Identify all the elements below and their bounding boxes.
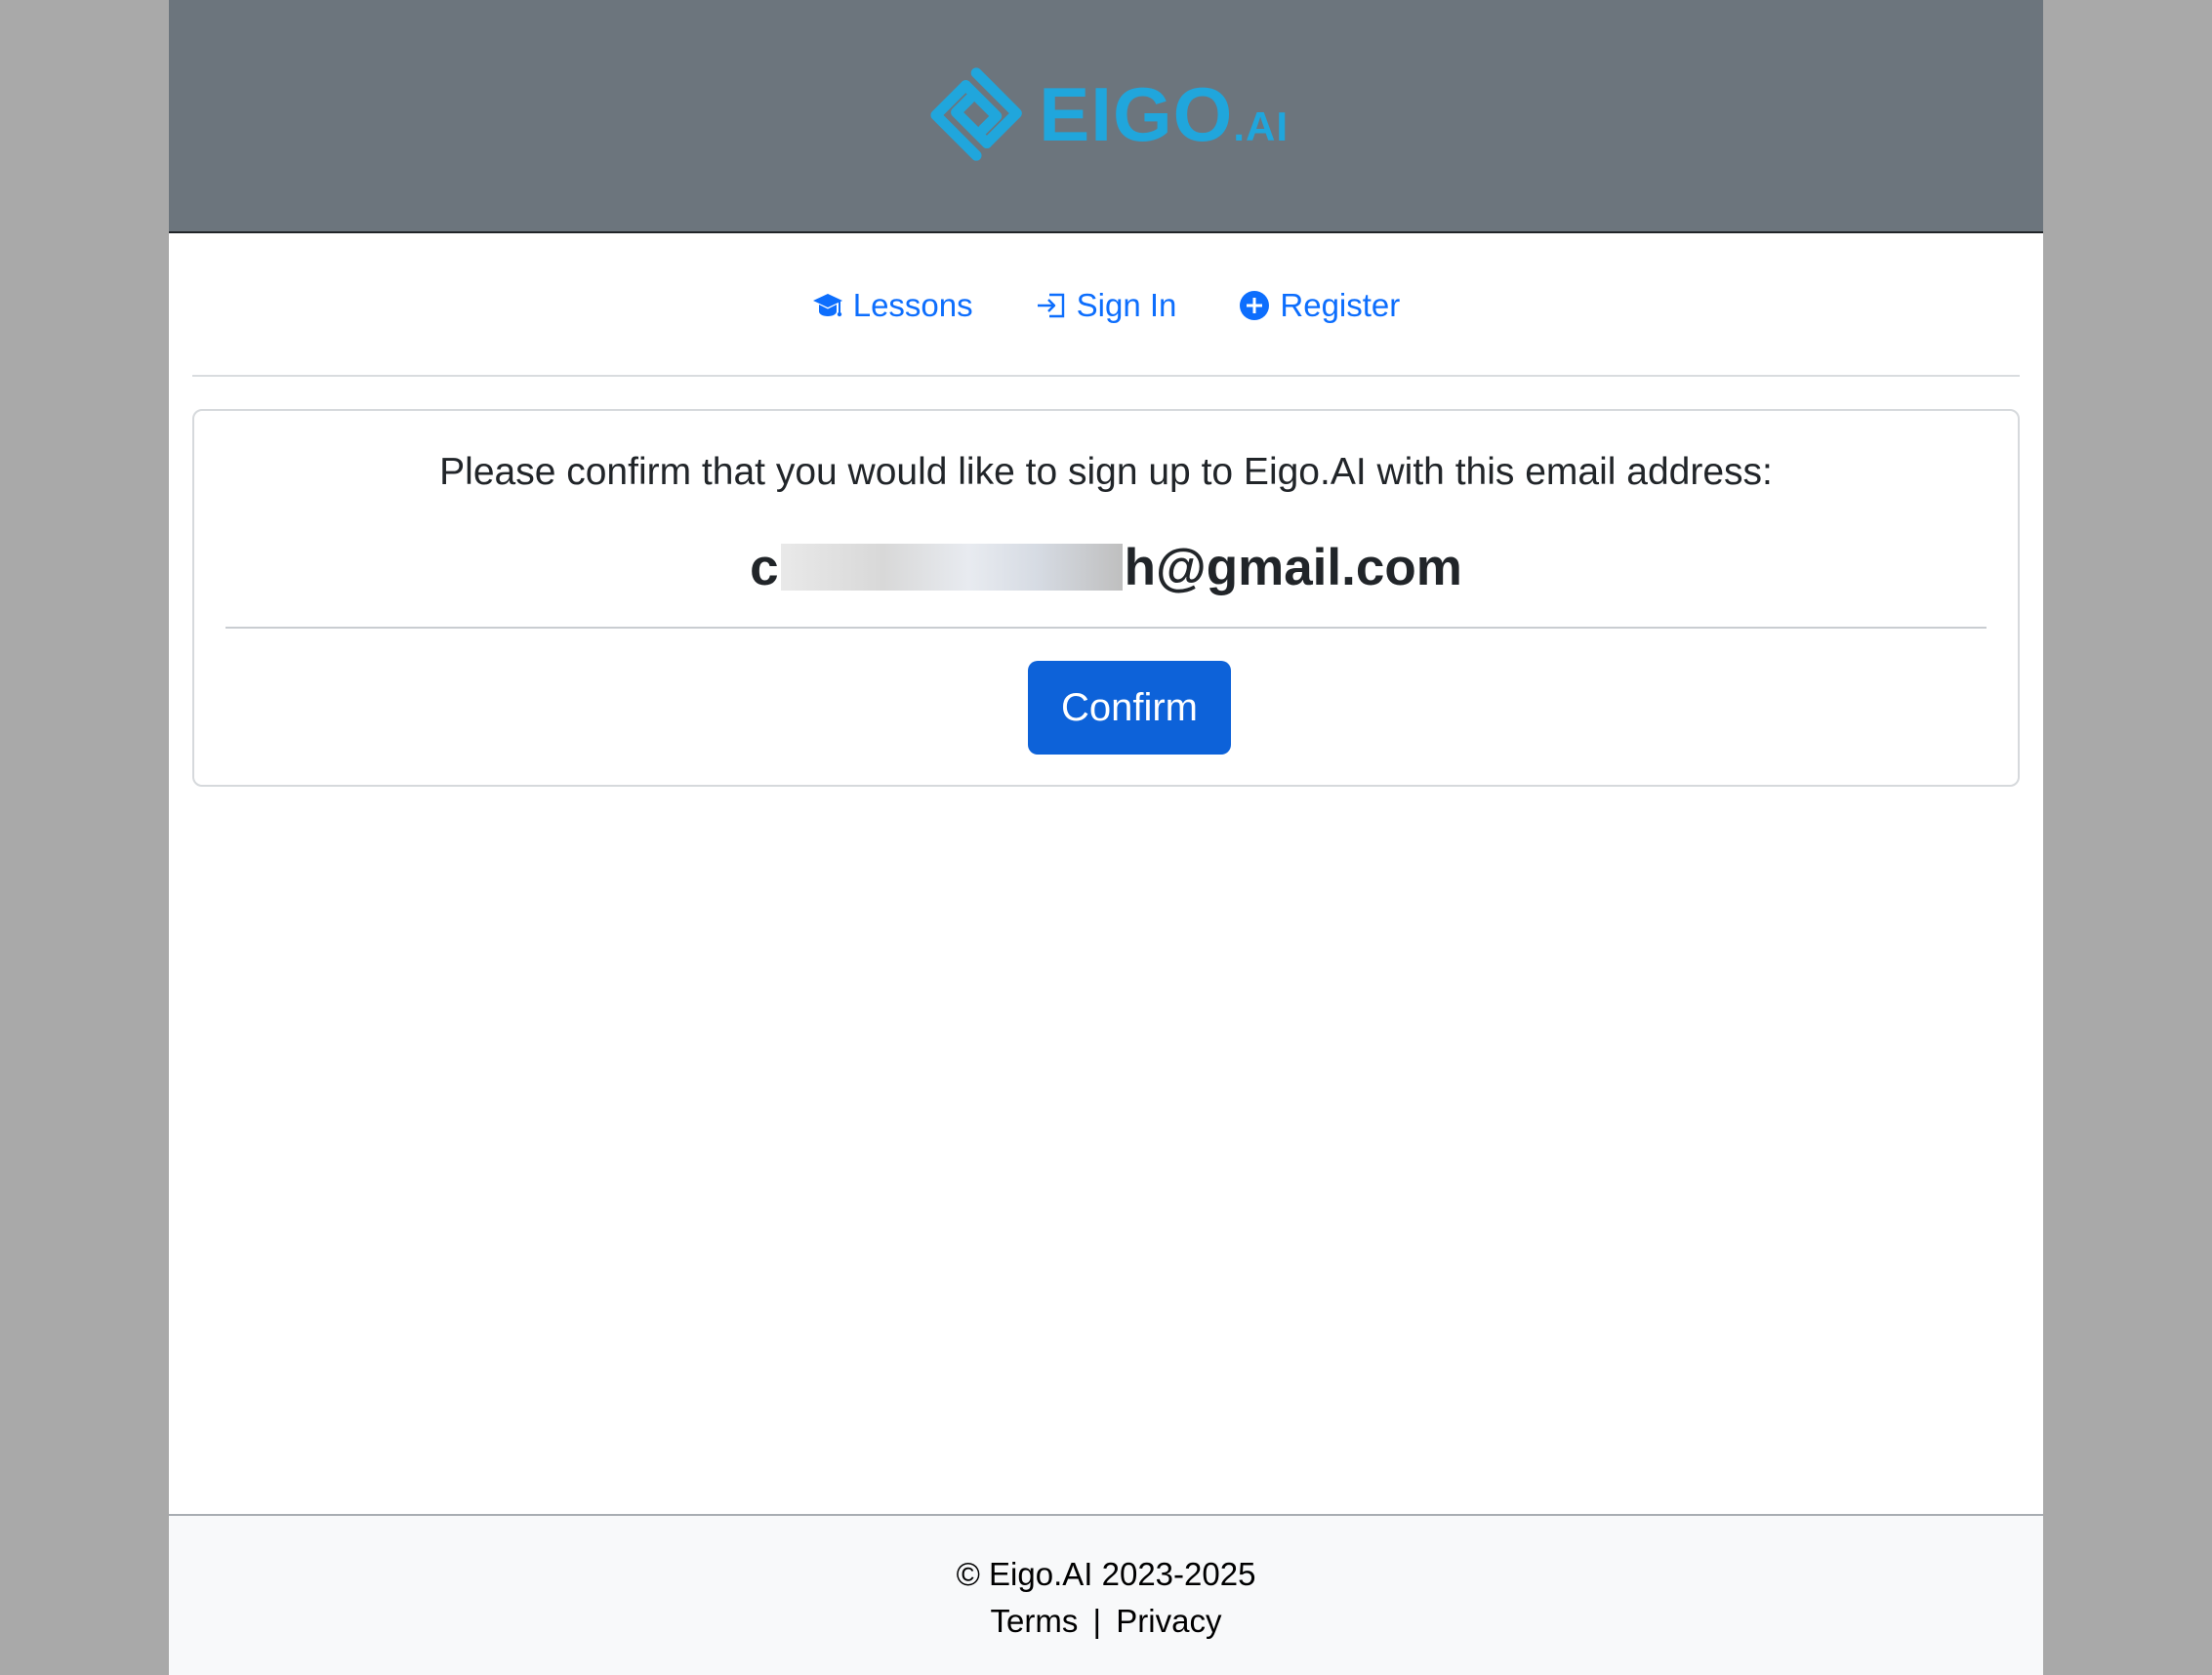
sign-in-icon: [1037, 293, 1064, 318]
page-frame: EIGO .AI Lessons Sign In Register Please…: [169, 0, 2043, 1675]
brand-name: EIGO: [1039, 71, 1234, 157]
email-address: c h@gmail.com: [194, 532, 2018, 602]
plus-circle-icon: [1240, 291, 1270, 320]
graduation-cap-icon: [812, 294, 842, 317]
nav-register-link[interactable]: Register: [1239, 277, 1400, 334]
email-redaction-blur: [780, 544, 1123, 591]
brand-logo[interactable]: EIGO .AI: [927, 61, 1289, 168]
footer-separator: |: [1092, 1603, 1102, 1639]
main-nav: Lessons Sign In Register: [169, 277, 2043, 334]
confirm-button[interactable]: Confirm: [1028, 661, 1231, 755]
nav-lessons-link[interactable]: Lessons: [812, 277, 973, 334]
nav-divider: [192, 375, 2020, 377]
email-start: c: [750, 538, 779, 596]
brand-wordmark: EIGO .AI: [1039, 76, 1289, 152]
footer-copyright: © Eigo.AI 2023-2025: [956, 1556, 1256, 1592]
confirmation-card: Please confirm that you would like to si…: [192, 409, 2020, 787]
terms-link[interactable]: Terms: [991, 1603, 1079, 1639]
eigo-diamond-logo-icon: [930, 67, 1022, 161]
privacy-link[interactable]: Privacy: [1116, 1603, 1221, 1639]
card-divider: [225, 627, 1987, 629]
footer-links: Terms | Privacy: [169, 1598, 2043, 1645]
nav-lessons-label: Lessons: [852, 287, 973, 323]
brand-suffix: .AI: [1233, 103, 1289, 149]
nav-register-label: Register: [1280, 287, 1401, 323]
nav-sign-in-label: Sign In: [1076, 287, 1177, 323]
nav-sign-in-link[interactable]: Sign In: [1036, 277, 1177, 334]
email-end: h@gmail.com: [1124, 538, 1462, 596]
header-banner: EIGO .AI: [169, 0, 2043, 233]
confirmation-prompt: Please confirm that you would like to si…: [439, 451, 1773, 493]
footer: © Eigo.AI 2023-2025 Terms | Privacy: [169, 1514, 2043, 1675]
